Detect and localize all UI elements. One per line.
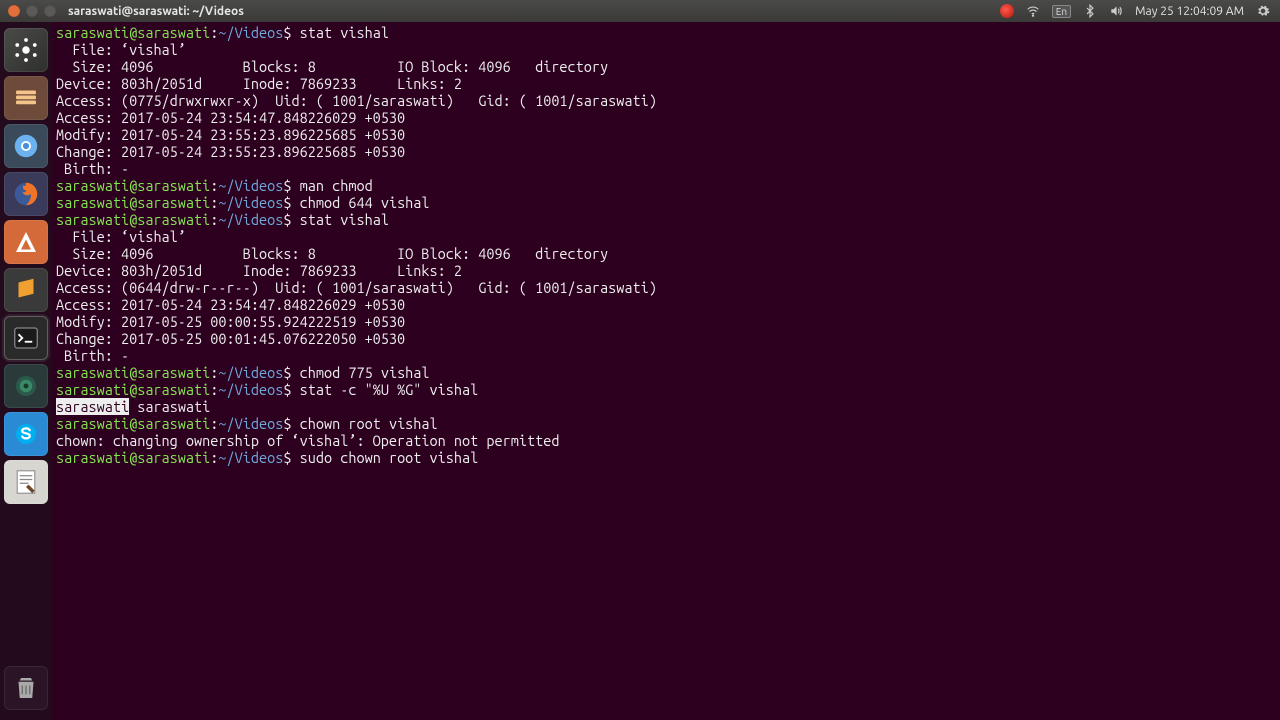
- firefox-icon[interactable]: [4, 172, 48, 216]
- terminal-line: saraswati@saraswati:~/Videos$ chown root…: [56, 415, 1276, 432]
- terminal-line: Size: 4096 Blocks: 8 IO Block: 4096 dire…: [56, 58, 1276, 75]
- output-text: Birth: -: [56, 347, 129, 364]
- output-text: Access: 2017-05-24 23:54:47.848226029 +0…: [56, 296, 405, 313]
- prompt-path: ~/Videos: [218, 381, 283, 398]
- prompt-path: ~/Videos: [218, 177, 283, 194]
- command-text: chmod 775 vishal: [300, 364, 430, 381]
- output-text: Change: 2017-05-25 00:01:45.076222050 +0…: [56, 330, 405, 347]
- prompt-userhost: saraswati@saraswati: [56, 364, 210, 381]
- dash-icon[interactable]: [4, 28, 48, 72]
- output-text: chown: changing ownership of ‘vishal’: O…: [56, 432, 559, 449]
- trash-icon[interactable]: [4, 666, 48, 710]
- terminal-line: Modify: 2017-05-24 23:55:23.896225685 +0…: [56, 126, 1276, 143]
- prompt-userhost: saraswati@saraswati: [56, 194, 210, 211]
- command-text: chmod 644 vishal: [300, 194, 430, 211]
- terminal-line: Device: 803h/2051d Inode: 7869233 Links:…: [56, 75, 1276, 92]
- terminal-line: Birth: -: [56, 347, 1276, 364]
- minimize-icon[interactable]: [26, 5, 38, 17]
- prompt-userhost: saraswati@saraswati: [56, 211, 210, 228]
- command-text: chown root vishal: [300, 415, 438, 432]
- wifi-icon[interactable]: [1026, 4, 1040, 18]
- terminal-line: File: ‘vishal’: [56, 41, 1276, 58]
- prompt-path: ~/Videos: [218, 415, 283, 432]
- terminal-line: Size: 4096 Blocks: 8 IO Block: 4096 dire…: [56, 245, 1276, 262]
- maximize-icon[interactable]: [44, 5, 56, 17]
- volume-icon[interactable]: [1109, 4, 1123, 18]
- prompt-userhost: saraswati@saraswati: [56, 381, 210, 398]
- terminal-line: saraswati@saraswati:~/Videos$ chmod 644 …: [56, 194, 1276, 211]
- prompt-userhost: saraswati@saraswati: [56, 24, 210, 41]
- record-icon[interactable]: [1000, 4, 1014, 18]
- output-text: File: ‘vishal’: [56, 228, 186, 245]
- terminal-line: saraswati@saraswati:~/Videos$ stat -c "%…: [56, 381, 1276, 398]
- output-text: Access: (0775/drwxrwxr-x) Uid: ( 1001/sa…: [56, 92, 657, 109]
- output-text: Access: (0644/drw-r--r--) Uid: ( 1001/sa…: [56, 279, 657, 296]
- terminal-line: Birth: -: [56, 160, 1276, 177]
- skype-icon[interactable]: [4, 412, 48, 456]
- terminal-line: saraswati@saraswati:~/Videos$ man chmod: [56, 177, 1276, 194]
- terminal-line: saraswati@saraswati:~/Videos$ stat visha…: [56, 211, 1276, 228]
- prompt-userhost: saraswati@saraswati: [56, 449, 210, 466]
- terminal-line: Change: 2017-05-24 23:55:23.896225685 +0…: [56, 143, 1276, 160]
- terminal-icon[interactable]: [4, 316, 48, 360]
- close-icon[interactable]: [8, 5, 20, 17]
- window-controls: [0, 5, 56, 17]
- output-text: Device: 803h/2051d Inode: 7869233 Links:…: [56, 262, 462, 279]
- prompt-path: ~/Videos: [218, 24, 283, 41]
- terminal-line: Access: (0644/drw-r--r--) Uid: ( 1001/sa…: [56, 279, 1276, 296]
- selected-text: saraswati: [56, 398, 129, 415]
- terminal-output[interactable]: saraswati@saraswati:~/Videos$ stat visha…: [52, 22, 1280, 720]
- command-text: stat vishal: [300, 24, 389, 41]
- output-text: Access: 2017-05-24 23:54:47.848226029 +0…: [56, 109, 405, 126]
- output-text: Birth: -: [56, 160, 129, 177]
- prompt-path: ~/Videos: [218, 211, 283, 228]
- terminal-line: Access: 2017-05-24 23:54:47.848226029 +0…: [56, 296, 1276, 313]
- top-menubar: saraswati@saraswati: ~/Videos En May 25 …: [0, 0, 1280, 22]
- bluetooth-icon[interactable]: [1083, 4, 1097, 18]
- prompt-userhost: saraswati@saraswati: [56, 415, 210, 432]
- chromium-icon[interactable]: [4, 124, 48, 168]
- output-text: Modify: 2017-05-24 23:55:23.896225685 +0…: [56, 126, 405, 143]
- output-text: Size: 4096 Blocks: 8 IO Block: 4096 dire…: [56, 58, 608, 75]
- software-center-icon[interactable]: [4, 220, 48, 264]
- text-editor-icon[interactable]: [4, 460, 48, 504]
- output-text: Device: 803h/2051d Inode: 7869233 Links:…: [56, 75, 462, 92]
- terminal-line: saraswati@saraswati:~/Videos$ chmod 775 …: [56, 364, 1276, 381]
- terminal-line: Modify: 2017-05-25 00:00:55.924222519 +0…: [56, 313, 1276, 330]
- prompt-path: ~/Videos: [218, 364, 283, 381]
- clock[interactable]: May 25 12:04:09 AM: [1135, 5, 1244, 18]
- terminal-line: saraswati@saraswati:~/Videos$ stat visha…: [56, 24, 1276, 41]
- camera-icon[interactable]: [4, 364, 48, 408]
- indicator-area: En May 25 12:04:09 AM: [1000, 4, 1280, 18]
- terminal-line: saraswati@saraswati:~/Videos$ sudo chown…: [56, 449, 1276, 466]
- command-text: man chmod: [300, 177, 373, 194]
- output-text: saraswati: [129, 398, 210, 415]
- output-text: Modify: 2017-05-25 00:00:55.924222519 +0…: [56, 313, 405, 330]
- terminal-line: Access: (0775/drwxrwxr-x) Uid: ( 1001/sa…: [56, 92, 1276, 109]
- files-icon[interactable]: [4, 76, 48, 120]
- terminal-line: Access: 2017-05-24 23:54:47.848226029 +0…: [56, 109, 1276, 126]
- terminal-line: Device: 803h/2051d Inode: 7869233 Links:…: [56, 262, 1276, 279]
- output-text: Size: 4096 Blocks: 8 IO Block: 4096 dire…: [56, 245, 608, 262]
- terminal-line: chown: changing ownership of ‘vishal’: O…: [56, 432, 1276, 449]
- unity-launcher: [0, 22, 52, 720]
- prompt-path: ~/Videos: [218, 449, 283, 466]
- terminal-line: Change: 2017-05-25 00:01:45.076222050 +0…: [56, 330, 1276, 347]
- terminal-line: saraswati saraswati: [56, 398, 1276, 415]
- gear-icon[interactable]: [1256, 4, 1270, 18]
- prompt-path: ~/Videos: [218, 194, 283, 211]
- terminal-line: File: ‘vishal’: [56, 228, 1276, 245]
- prompt-userhost: saraswati@saraswati: [56, 177, 210, 194]
- sublime-icon[interactable]: [4, 268, 48, 312]
- output-text: File: ‘vishal’: [56, 41, 186, 58]
- output-text: Change: 2017-05-24 23:55:23.896225685 +0…: [56, 143, 405, 160]
- window-title: saraswati@saraswati: ~/Videos: [68, 5, 244, 18]
- command-text: stat vishal: [300, 211, 389, 228]
- keyboard-lang-indicator[interactable]: En: [1052, 5, 1071, 18]
- command-text: sudo chown root vishal: [300, 449, 479, 466]
- command-text: stat -c "%U %G" vishal: [300, 381, 479, 398]
